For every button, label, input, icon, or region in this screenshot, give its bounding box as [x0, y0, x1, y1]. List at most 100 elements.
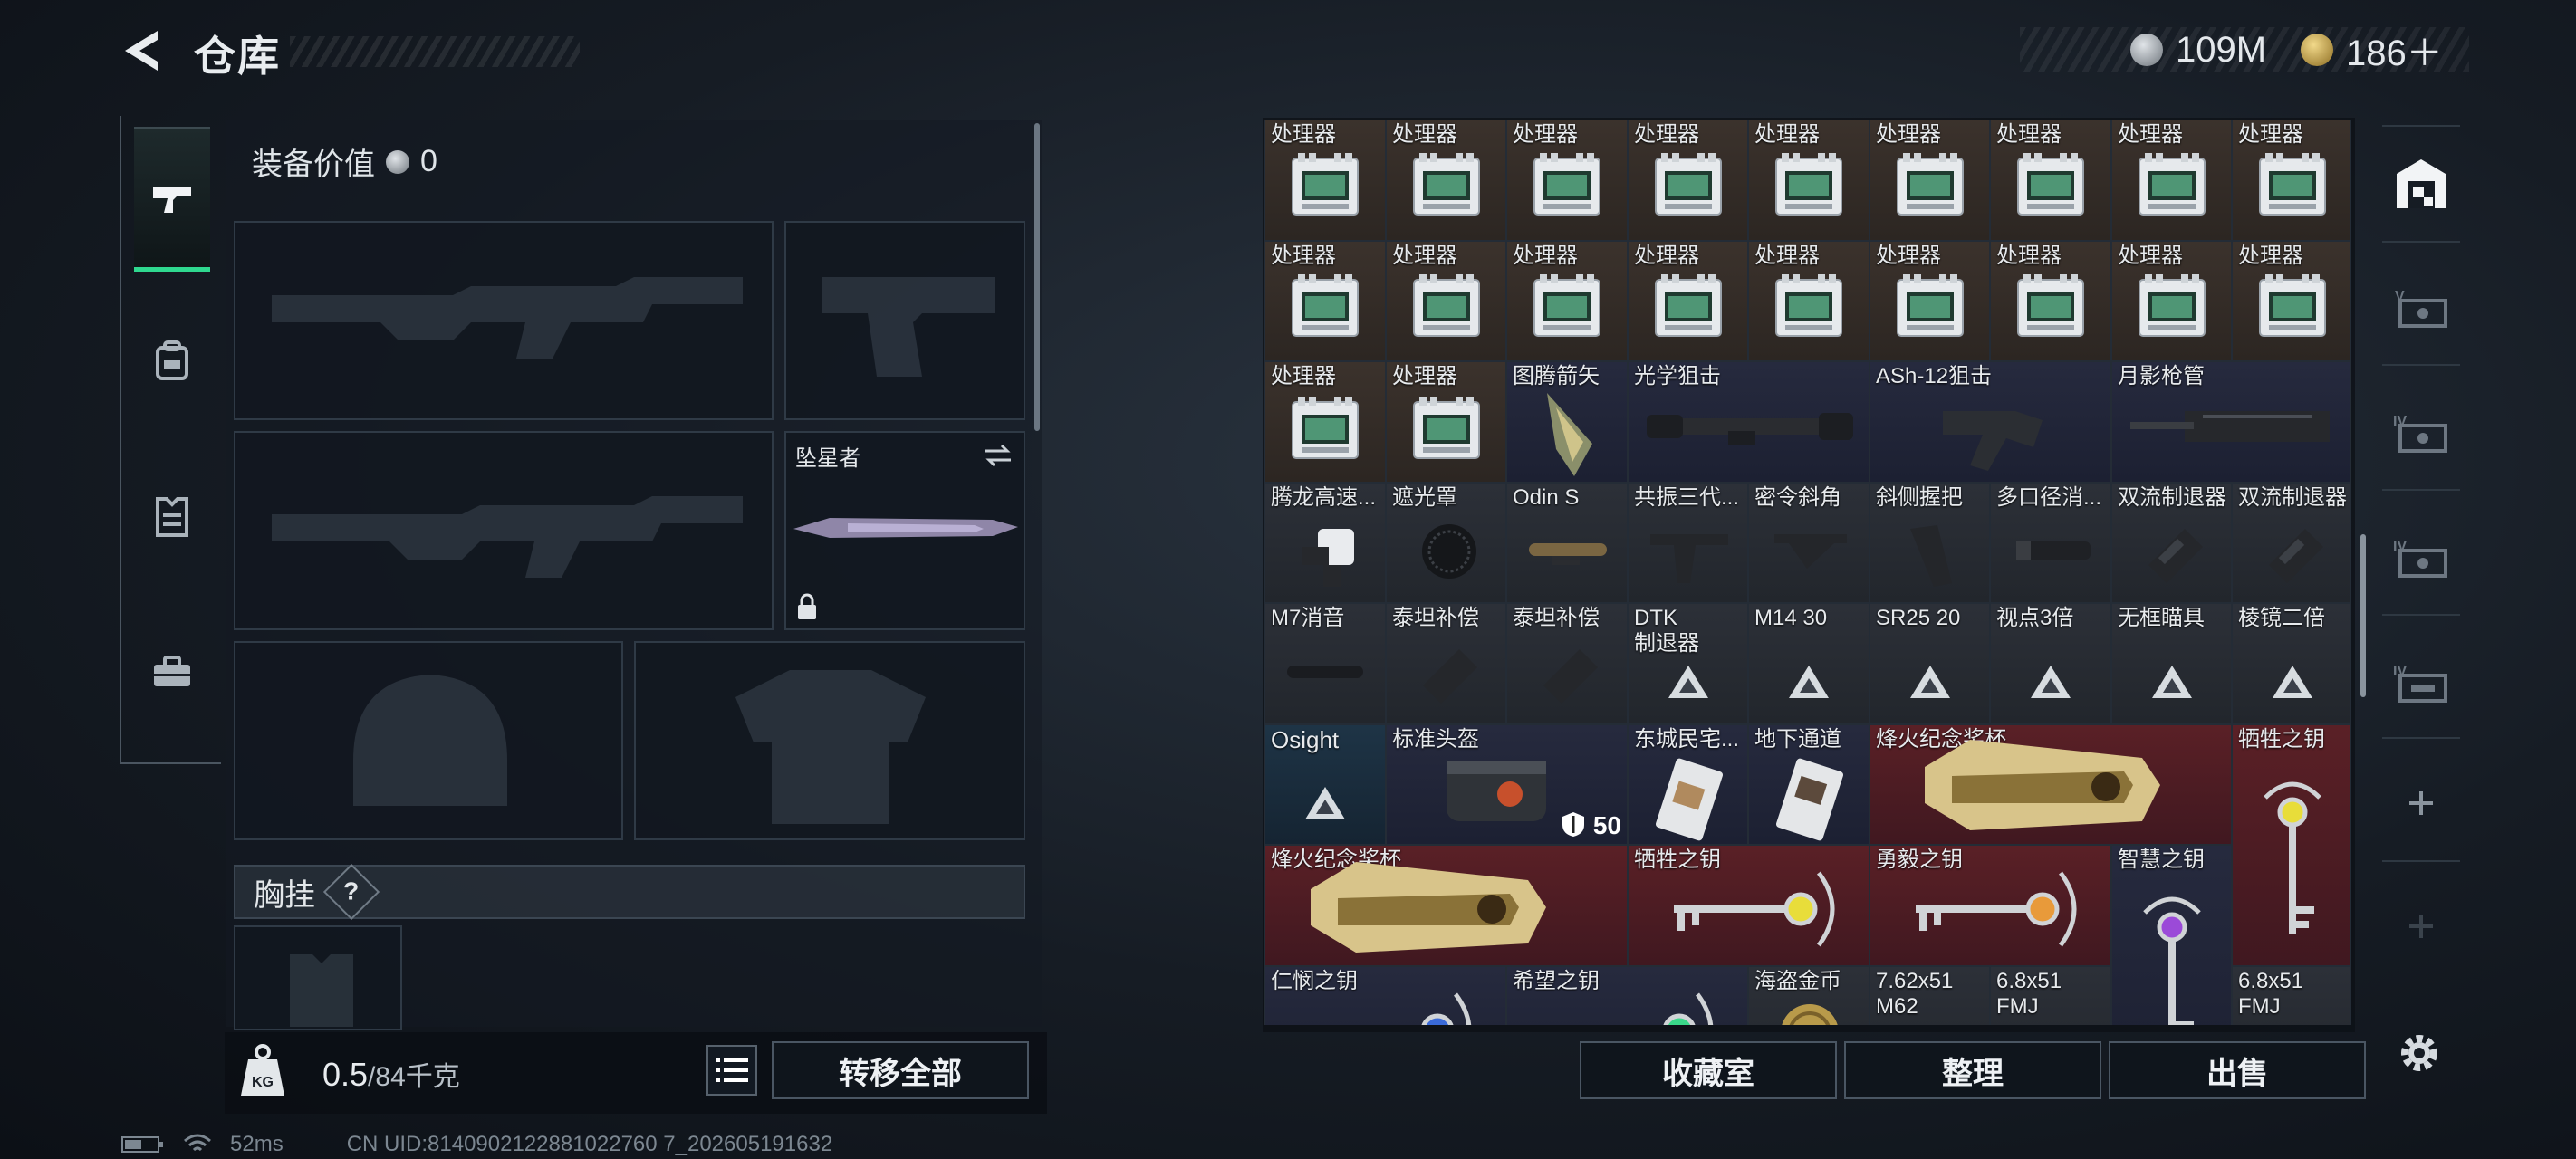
item-cell[interactable]: Odin S	[1506, 483, 1628, 603]
item-cell[interactable]: ASh-12狙击	[1870, 361, 2111, 483]
item-cell[interactable]: 无框瞄具	[2111, 603, 2232, 724]
equipment-scrollbar[interactable]	[1034, 123, 1040, 431]
item-cell[interactable]: 处理器	[2232, 241, 2351, 361]
storage-tab-iv-2[interactable]: IV	[2386, 522, 2456, 592]
item-cell[interactable]: 泰坦补偿	[1506, 603, 1628, 724]
item-cell[interactable]: 处理器	[1264, 120, 1386, 241]
item-cell[interactable]: 月影枪管	[2111, 361, 2351, 483]
item-cell[interactable]: 处理器	[1748, 241, 1870, 361]
item-cell[interactable]: 光学狙击	[1628, 361, 1870, 483]
item-cell[interactable]: 处理器	[1748, 120, 1870, 241]
settings-button[interactable]	[2388, 1021, 2451, 1085]
weight-current: 0.5	[322, 1056, 369, 1093]
storage-tab-iv-3[interactable]: IV	[2386, 647, 2456, 717]
collection-room-button[interactable]: 收藏室	[1580, 1041, 1837, 1099]
item-cell[interactable]: 多口径消...	[1990, 483, 2111, 603]
item-label: 腾龙高速...	[1271, 485, 1377, 510]
item-cell[interactable]: 海盗金币	[1748, 966, 1870, 1025]
rail-divider	[2382, 860, 2460, 862]
item-cell[interactable]: 牺牲之钥	[2232, 724, 2351, 966]
item-cell[interactable]: DTK 制退器	[1628, 603, 1748, 724]
primary-weapon-slot-1[interactable]	[234, 221, 774, 420]
melee-slot[interactable]: 坠星者	[784, 431, 1025, 630]
item-label: 密令斜角	[1754, 485, 1841, 510]
silver-coin-icon	[2130, 34, 2163, 66]
item-cell[interactable]: 智慧之钥	[2111, 845, 2232, 1025]
list-view-button[interactable]	[706, 1045, 757, 1096]
item-cell[interactable]: 6.8x51 FMJ	[1990, 966, 2111, 1025]
item-cell[interactable]: 烽火纪念奖杯	[1870, 724, 2232, 845]
item-cell[interactable]: 处理器	[1386, 241, 1506, 361]
item-cell[interactable]: M14 30	[1748, 603, 1870, 724]
item-cell[interactable]: 处理器	[1870, 120, 1990, 241]
item-cell[interactable]: 密令斜角	[1748, 483, 1870, 603]
sell-button[interactable]: 出售	[2109, 1041, 2366, 1099]
storage-tab-iv-1[interactable]: IV	[2386, 397, 2456, 467]
item-cell[interactable]: 处理器	[1506, 120, 1628, 241]
item-cell[interactable]: 处理器	[1628, 241, 1748, 361]
melee-weapon-name: 坠星者	[795, 446, 860, 471]
durability-value: 50	[1592, 811, 1621, 839]
item-cell[interactable]: 处理器	[1264, 361, 1386, 483]
sidearm-slot[interactable]	[784, 221, 1025, 420]
item-cell[interactable]: 斜侧握把	[1870, 483, 1990, 603]
item-cell[interactable]: 图腾箭矢	[1506, 361, 1628, 483]
primary-weapon-slot-2[interactable]	[234, 431, 774, 630]
help-button[interactable]: ?	[322, 863, 380, 921]
currency-coins[interactable]: 109M	[2130, 24, 2266, 76]
helmet-slot[interactable]	[234, 641, 623, 840]
back-button[interactable]	[118, 25, 168, 76]
item-cell[interactable]: 处理器	[1870, 241, 1990, 361]
inventory-scrollbar[interactable]	[2360, 534, 2366, 697]
item-cell[interactable]: 处理器	[2232, 120, 2351, 241]
item-label: 6.8x51 FMJ	[1996, 969, 2062, 1019]
item-cell[interactable]: 仁悯之钥	[1264, 966, 1506, 1025]
item-cell[interactable]: 勇毅之钥	[1870, 845, 2111, 966]
item-cell[interactable]: 标准头盔 50	[1386, 724, 1628, 845]
item-cell[interactable]: 共振三代...	[1628, 483, 1748, 603]
item-label: ASh-12狙击	[1876, 364, 1993, 388]
item-cell[interactable]: 牺牲之钥	[1628, 845, 1870, 966]
item-cell[interactable]: 处理器	[1628, 120, 1748, 241]
item-cell[interactable]: 地下通道	[1748, 724, 1870, 845]
item-cell[interactable]: SR25 20	[1870, 603, 1990, 724]
item-cell[interactable]: 双流制退器	[2111, 483, 2232, 603]
item-cell[interactable]: 处理器	[2111, 120, 2232, 241]
add-storage-button[interactable]	[2386, 768, 2456, 838]
item-label: 东城民宅...	[1634, 727, 1740, 752]
tab-weapons[interactable]	[134, 127, 210, 272]
chest-rig-slot[interactable]	[234, 925, 402, 1030]
item-cell[interactable]: 处理器	[1990, 241, 2111, 361]
item-cell[interactable]: 视点3倍	[1990, 603, 2111, 724]
item-cell[interactable]: 7.62x51 M62	[1870, 966, 1990, 1025]
item-cell[interactable]: 处理器	[1990, 120, 2111, 241]
storage-main-tab[interactable]	[2386, 148, 2456, 219]
item-cell[interactable]: 处理器	[1386, 120, 1506, 241]
item-cell[interactable]: 东城民宅...	[1628, 724, 1748, 845]
item-cell[interactable]: 泰坦补偿	[1386, 603, 1506, 724]
item-cell[interactable]: 烽火纪念奖杯	[1264, 845, 1628, 966]
item-cell[interactable]: 处理器	[1264, 241, 1386, 361]
item-cell[interactable]: 棱镜二倍	[2232, 603, 2351, 724]
tab-gear[interactable]	[134, 288, 210, 433]
transfer-all-button[interactable]: 转移全部	[772, 1041, 1029, 1099]
gear-icon	[2401, 1035, 2437, 1071]
swap-icon[interactable]	[982, 442, 1014, 469]
item-cell[interactable]: 腾龙高速...	[1264, 483, 1386, 603]
currency-gold[interactable]: 186＋	[2301, 24, 2443, 76]
body-armor-slot[interactable]	[634, 641, 1025, 840]
item-cell[interactable]: Osight	[1264, 724, 1386, 845]
item-cell[interactable]: 处理器	[1506, 241, 1628, 361]
storage-tab-v[interactable]: V	[2386, 272, 2456, 342]
item-cell[interactable]: M7消音	[1264, 603, 1386, 724]
item-cell[interactable]: 处理器	[1386, 361, 1506, 483]
tab-armor[interactable]	[134, 444, 210, 589]
item-label: 处理器	[1271, 364, 1336, 388]
item-cell[interactable]: 处理器	[2111, 241, 2232, 361]
item-cell[interactable]: 遮光罩	[1386, 483, 1506, 603]
item-cell[interactable]: 6.8x51 FMJ	[2232, 966, 2351, 1025]
item-cell[interactable]: 希望之钥	[1506, 966, 1748, 1025]
tab-misc[interactable]	[134, 599, 210, 744]
item-cell[interactable]: 双流制退器	[2232, 483, 2351, 603]
organize-button[interactable]: 整理	[1844, 1041, 2101, 1099]
